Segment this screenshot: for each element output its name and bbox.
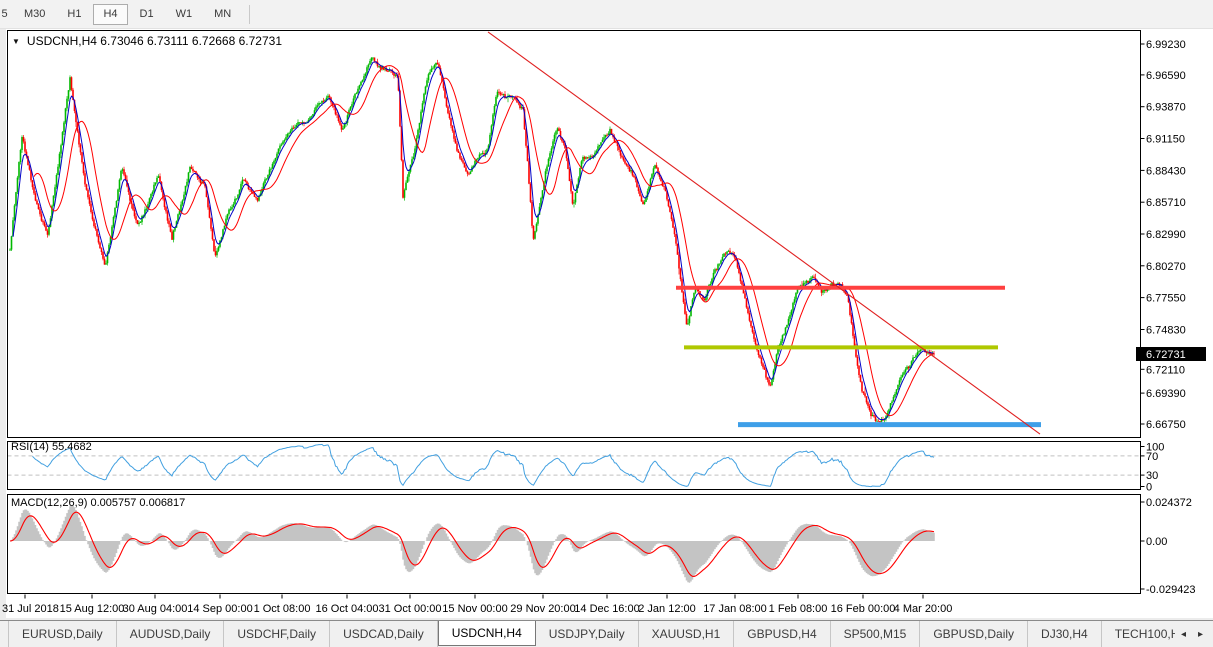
price-axis-label: 6.69390 <box>1146 388 1186 400</box>
date-axis-label: 30 Aug 04:00 <box>123 603 188 615</box>
tab-usdcnh-h4[interactable]: USDCNH,H4 <box>438 621 536 646</box>
tab-scroll-controls: ◂ ▸ <box>1175 621 1213 647</box>
date-axis-label: 31 Jul 2018 <box>2 603 59 615</box>
tab-usdcad-daily[interactable]: USDCAD,Daily <box>330 621 438 647</box>
tab-eurusd-daily[interactable]: EURUSD,Daily <box>8 621 117 647</box>
date-axis-label: 14 Dec 16:00 <box>574 603 639 615</box>
date-axis-label: 29 Nov 20:00 <box>510 603 575 615</box>
date-axis-label: 4 Mar 20:00 <box>894 603 953 615</box>
price-axis-label: 6.66750 <box>1146 419 1186 431</box>
price-axis-label: 6.74830 <box>1146 325 1186 337</box>
macd-axis-label: -0.029423 <box>1146 584 1196 596</box>
tab-sp500-m15[interactable]: SP500,M15 <box>831 621 921 647</box>
macd-axis-label: 0.024372 <box>1146 497 1192 509</box>
price-axis-label: 6.80270 <box>1146 261 1186 273</box>
tabs-scroll-left-icon[interactable]: ◂ <box>1175 624 1192 644</box>
date-axis-label: 1 Oct 08:00 <box>254 603 311 615</box>
price-axis-label: 6.72110 <box>1146 364 1185 376</box>
rsi-axis-label: 70 <box>1146 451 1158 463</box>
macd-axis-label: 0.00 <box>1146 536 1167 548</box>
price-axis-label: 6.82990 <box>1146 229 1186 241</box>
rsi-axis-label: 30 <box>1146 470 1158 482</box>
tab-gbpusd-h4[interactable]: GBPUSD,H4 <box>734 621 830 647</box>
price-axis-label: 6.93870 <box>1146 102 1186 114</box>
date-axis-label: 15 Aug 12:00 <box>60 603 125 615</box>
date-axis-label: 15 Nov 00:00 <box>442 603 507 615</box>
tab-usdjpy-daily[interactable]: USDJPY,Daily <box>536 621 639 647</box>
date-axis-label: 1 Feb 08:00 <box>769 603 828 615</box>
tab-dj30-h4[interactable]: DJ30,H4 <box>1028 621 1102 647</box>
price-axis-label: 6.85710 <box>1146 197 1186 209</box>
price-axis-label: 6.96590 <box>1146 70 1186 82</box>
price-axis-label: 6.99230 <box>1146 39 1186 51</box>
date-axis-label: 14 Sep 00:00 <box>187 603 252 615</box>
price-chart[interactable]: 6.99230 6.96590 6.93870 6.91150 6.88430 6.857… <box>0 0 1213 647</box>
date-axis-label: 31 Oct 00:00 <box>379 603 442 615</box>
date-axis-label: 16 Oct 04:00 <box>316 603 379 615</box>
tab-xauusd-h1[interactable]: XAUUSD,H1 <box>639 621 735 647</box>
chart-tabs: EURUSD,DailyAUDUSD,DailyUSDCHF,DailyUSDC… <box>0 621 1175 647</box>
rsi-axis-label: 0 <box>1146 482 1152 494</box>
tab-audusd-daily[interactable]: AUDUSD,Daily <box>117 621 225 647</box>
date-axis-label: 2 Jan 12:00 <box>638 603 696 615</box>
mt4-window: { "toolbar": { "timeframes": ["5", "M30"… <box>0 0 1213 647</box>
tab-usdchf-daily[interactable]: USDCHF,Daily <box>224 621 330 647</box>
date-axis-label: 17 Jan 08:00 <box>703 603 767 615</box>
price-axis-label: 6.91150 <box>1146 134 1185 146</box>
tab-gbpusd-daily[interactable]: GBPUSD,Daily <box>920 621 1028 647</box>
tabs-scroll-right-icon[interactable]: ▸ <box>1192 624 1209 644</box>
price-axis-label: 6.77550 <box>1146 293 1186 305</box>
current-price-label: 6.72731 <box>1146 349 1186 361</box>
tab-tech100-h1[interactable]: TECH100,H1 <box>1102 621 1175 647</box>
date-axis-label: 16 Feb 00:00 <box>831 603 896 615</box>
price-axis-label: 6.88430 <box>1146 165 1186 177</box>
chart-tab-bar: EURUSD,DailyAUDUSD,DailyUSDCHF,DailyUSDC… <box>0 620 1213 647</box>
